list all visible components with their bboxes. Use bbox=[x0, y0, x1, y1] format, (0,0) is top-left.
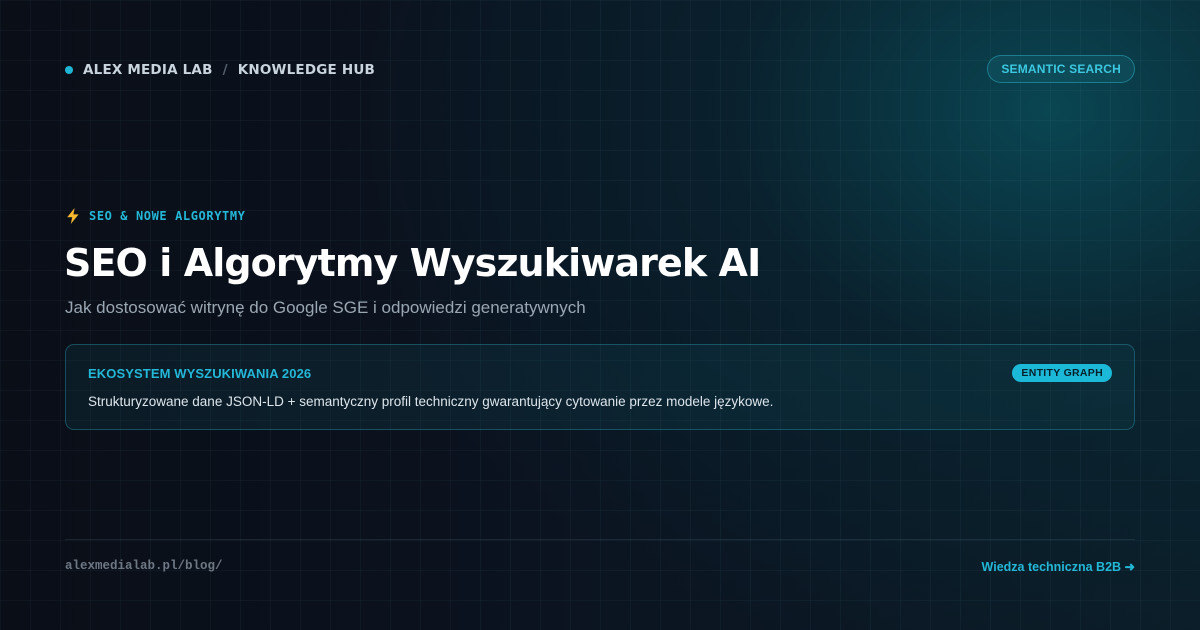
breadcrumb: ALEX MEDIA LAB / KNOWLEDGE HUB bbox=[65, 61, 375, 79]
section-name[interactable]: KNOWLEDGE HUB bbox=[238, 62, 375, 78]
lightning-bolt-icon bbox=[67, 208, 79, 224]
info-card: EKOSYSTEM WYSZUKIWANIA 2026 ENTITY GRAPH… bbox=[65, 344, 1135, 430]
card-title: EKOSYSTEM WYSZUKIWANIA 2026 bbox=[88, 366, 312, 381]
page-title: SEO i Algorytmy Wyszukiwarek AI bbox=[64, 241, 761, 285]
footer-url[interactable]: alexmedialab.pl/blog/ bbox=[65, 559, 223, 573]
card-description: Strukturyzowane dane JSON-LD + semantycz… bbox=[88, 394, 774, 409]
semantic-search-pill[interactable]: SEMANTIC SEARCH bbox=[987, 55, 1135, 83]
footer-link[interactable]: Wiedza techniczna B2B ➜ bbox=[982, 559, 1135, 574]
dot-icon bbox=[65, 66, 73, 74]
og-card: ALEX MEDIA LAB / KNOWLEDGE HUB SEMANTIC … bbox=[0, 0, 1200, 630]
footer-divider bbox=[65, 539, 1135, 540]
breadcrumb-separator: / bbox=[222, 62, 228, 78]
category-label: SEO & NOWE ALGORYTMY bbox=[89, 209, 246, 223]
category-eyebrow: SEO & NOWE ALGORYTMY bbox=[66, 208, 246, 224]
entity-graph-badge: ENTITY GRAPH bbox=[1012, 364, 1112, 382]
page-subtitle: Jak dostosować witrynę do Google SGE i o… bbox=[65, 298, 586, 317]
brand-name[interactable]: ALEX MEDIA LAB bbox=[83, 62, 213, 78]
